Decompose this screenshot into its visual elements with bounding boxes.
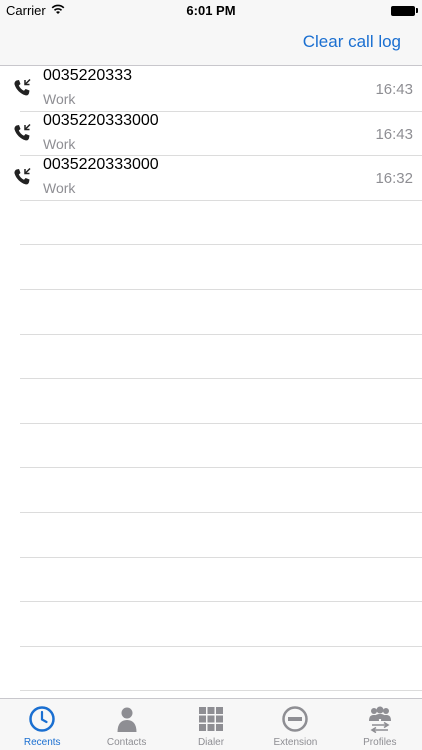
tab-label: Dialer: [197, 737, 225, 748]
empty-row: [0, 424, 422, 469]
empty-row: [0, 513, 422, 558]
call-log-list[interactable]: 0035220333 Work 16:43 0035220333000 Work…: [0, 67, 422, 697]
call-number: 0035220333000: [43, 111, 159, 129]
tab-profiles[interactable]: Profiles: [338, 699, 422, 750]
call-number: 0035220333: [43, 67, 132, 84]
tab-contacts[interactable]: Contacts: [84, 699, 168, 750]
clock-icon: [29, 706, 55, 732]
battery-tip: [416, 8, 418, 13]
call-time: 16:43: [375, 81, 413, 98]
empty-row: [0, 468, 422, 513]
call-log-row[interactable]: 0035220333000 Work 16:43: [0, 112, 422, 157]
call-log-row[interactable]: 0035220333000 Work 16:32: [0, 156, 422, 201]
empty-row: [0, 245, 422, 290]
profiles-icon: [368, 706, 391, 733]
phone-icon: [14, 168, 31, 185]
tab-label: Contacts: [106, 737, 147, 748]
empty-row: [0, 647, 422, 692]
tab-label: Extension: [273, 737, 318, 748]
call-time: 16:32: [375, 170, 413, 188]
empty-row: [0, 201, 422, 246]
call-time: 16:43: [375, 125, 413, 143]
tab-label: Profiles: [363, 737, 397, 748]
tab-recents[interactable]: Recents: [0, 699, 84, 750]
empty-row: [0, 379, 422, 424]
empty-row: [0, 290, 422, 335]
empty-row: [0, 558, 422, 603]
keypad-icon: [199, 707, 224, 731]
call-type: Work: [43, 91, 76, 107]
tab-label: Recents: [23, 737, 61, 748]
status-time: 6:01 PM: [186, 3, 236, 18]
phone-icon: [14, 78, 31, 96]
status-bar: Carrier 6:01 PM: [0, 0, 422, 22]
tab-extension[interactable]: Extension: [253, 699, 337, 750]
battery-icon: [391, 6, 415, 16]
empty-row: [0, 335, 422, 380]
call-type: Work: [43, 180, 76, 197]
call-type: Work: [43, 135, 76, 152]
tab-bar: Recents Contacts Dialer Extension Profil…: [0, 698, 422, 750]
person-icon: [117, 707, 137, 732]
call-log-row[interactable]: 0035220333 Work 16:43: [0, 67, 422, 112]
phone-icon: [14, 123, 31, 141]
tab-dialer[interactable]: Dialer: [169, 699, 253, 750]
minus-circle-icon: [282, 706, 309, 732]
nav-bar: Clear call log: [0, 22, 422, 66]
call-number: 0035220333000: [43, 156, 159, 174]
empty-row: [0, 602, 422, 647]
clear-call-log-button[interactable]: Clear call log: [303, 32, 401, 52]
